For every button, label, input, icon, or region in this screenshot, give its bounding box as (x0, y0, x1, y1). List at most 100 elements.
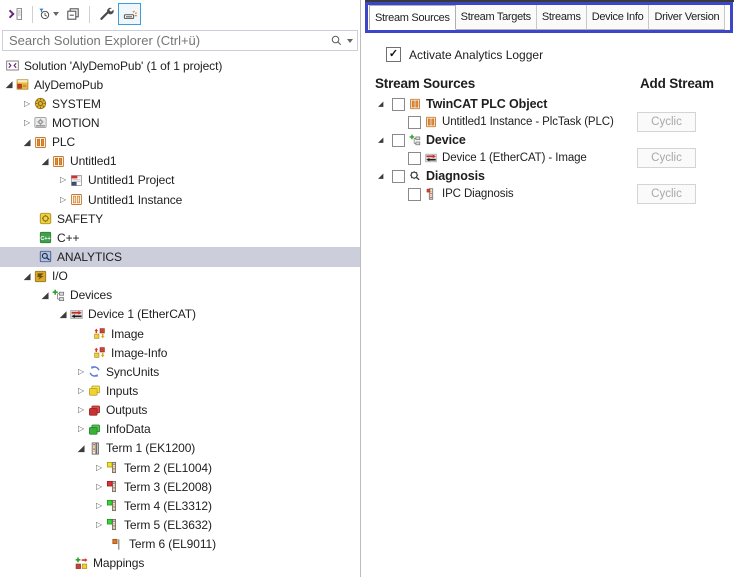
syncunits-icon (87, 364, 102, 379)
expander-collapsed-icon[interactable]: ▷ (57, 176, 69, 184)
tree-item-analytics[interactable]: ANALYTICS (0, 247, 360, 266)
tree-item-image-info[interactable]: Image-Info (0, 343, 360, 362)
search-dropdown-caret[interactable] (347, 39, 353, 43)
tree-item-untitled1[interactable]: ◢Untitled1 (0, 152, 360, 171)
expander-collapsed-icon[interactable]: ▷ (21, 119, 33, 127)
plc-icon (33, 135, 48, 150)
expander-expanded-icon[interactable]: ◢ (21, 138, 33, 147)
collapse-all-button[interactable] (61, 3, 84, 25)
plc-icon (408, 97, 422, 111)
stream-checkbox[interactable] (408, 152, 421, 165)
tree-item-alydemopub[interactable]: ◢AlyDemoPub (0, 75, 360, 94)
tree-item-device-1-ethercat[interactable]: ◢ Device 1 (EtherCAT) (0, 305, 360, 324)
tree-item-inputs[interactable]: ▷Inputs (0, 381, 360, 400)
terminal-green-icon (105, 498, 120, 513)
plc-project-icon (69, 173, 84, 188)
tree-item-label: Untitled1 Project (88, 173, 174, 187)
tree-item-label: Untitled1 Instance (88, 193, 182, 207)
expander-collapsed-icon[interactable]: ▷ (75, 406, 87, 414)
sync-with-active-document-button[interactable] (4, 3, 27, 25)
expander-expanded-icon[interactable]: ◢ (75, 444, 87, 453)
add-stream-cyclic-button[interactable]: Cyclic (637, 112, 696, 132)
expander-expanded-icon[interactable]: ◢ (57, 310, 69, 319)
solution-tree: Solution 'AlyDemoPub' (1 of 1 project)◢A… (0, 56, 360, 573)
tree-item-term-2-el1004[interactable]: ▷Term 2 (EL1004) (0, 458, 360, 477)
tree-item-label: Device 1 (EtherCAT) (88, 307, 196, 321)
outputs-icon (87, 403, 102, 418)
expander-collapsed-icon[interactable]: ▷ (75, 368, 87, 376)
stream-checkbox[interactable] (408, 116, 421, 129)
tree-item-label: MOTION (52, 116, 99, 130)
tab-stream-targets[interactable]: Stream Targets (456, 5, 537, 30)
expander-expanded-icon[interactable]: ◢ (21, 272, 33, 281)
expander-expanded-icon[interactable]: ◢ (3, 80, 15, 89)
search-input[interactable] (3, 33, 330, 49)
expander-collapsed-icon[interactable]: ▷ (75, 387, 87, 395)
devices-icon (408, 133, 422, 147)
stream-checkbox[interactable] (392, 170, 405, 183)
tree-item-i-o[interactable]: ◢I/O (0, 267, 360, 286)
tree-item-safety[interactable]: SAFETY (0, 209, 360, 228)
expander-expanded-icon[interactable]: ◢ (39, 157, 51, 166)
stream-checkbox[interactable] (392, 98, 405, 111)
stream-item-label: Diagnosis (426, 169, 485, 183)
expander-collapsed-icon[interactable]: ▷ (57, 196, 69, 204)
tree-item-term-6-el9011[interactable]: Term 6 (EL9011) (0, 535, 360, 554)
tree-item-image[interactable]: Image (0, 324, 360, 343)
pending-changes-filter-button[interactable] (37, 3, 60, 25)
tab-driver-version[interactable]: Driver Version (649, 5, 725, 30)
image-icon (92, 326, 107, 341)
tree-item-label: Term 1 (EK1200) (106, 441, 195, 455)
expander-expanded-icon[interactable]: ◢ (378, 137, 388, 144)
stream-checkbox[interactable] (408, 188, 421, 201)
stream-item-twincat-plc-object[interactable]: ◢TwinCAT PLC Object (375, 95, 734, 113)
expander-collapsed-icon[interactable]: ▷ (75, 425, 87, 433)
add-stream-cyclic-button[interactable]: Cyclic (637, 184, 696, 204)
tree-item-motion[interactable]: ▷ MOTION (0, 113, 360, 132)
tree-item-syncunits[interactable]: ▷SyncUnits (0, 362, 360, 381)
expander-collapsed-icon[interactable]: ▷ (21, 100, 33, 108)
tree-item-infodata[interactable]: ▷InfoData (0, 420, 360, 439)
expander-expanded-icon[interactable]: ◢ (39, 291, 51, 300)
tree-item-label: Term 3 (EL2008) (124, 480, 212, 494)
stream-item-diagnosis[interactable]: ◢ Diagnosis (375, 167, 734, 185)
plc-icon (424, 115, 438, 129)
tree-item-untitled1-project[interactable]: ▷ Untitled1 Project (0, 171, 360, 190)
tree-item-term-4-el3312[interactable]: ▷Term 4 (EL3312) (0, 496, 360, 515)
toolbar-separator (32, 6, 33, 23)
expander-collapsed-icon[interactable]: ▷ (93, 502, 105, 510)
tree-item-untitled1-instance[interactable]: ▷ Untitled1 Instance (0, 190, 360, 209)
stream-sources-header: Stream Sources (375, 76, 475, 91)
tab-streams[interactable]: Streams (537, 5, 587, 30)
tree-item-c[interactable]: C++ (0, 228, 360, 247)
activate-logger-checkbox[interactable]: ✓ (386, 47, 401, 62)
tree-item-solution-alydemopub-1-of-1-project[interactable]: Solution 'AlyDemoPub' (1 of 1 project) (0, 56, 360, 75)
stream-checkbox[interactable] (392, 134, 405, 147)
tab-device-info[interactable]: Device Info (587, 5, 650, 30)
properties-button[interactable] (94, 3, 117, 25)
tree-item-devices[interactable]: ◢Devices (0, 286, 360, 305)
tree-item-term-1-ek1200[interactable]: ◢ Term 1 (EK1200) (0, 439, 360, 458)
expander-collapsed-icon[interactable]: ▷ (93, 483, 105, 491)
tree-item-term-5-el3632[interactable]: ▷Term 5 (EL3632) (0, 515, 360, 534)
motion-icon (33, 115, 48, 130)
expander-expanded-icon[interactable]: ◢ (378, 101, 388, 108)
preview-selected-items-button[interactable] (118, 3, 141, 25)
system-icon (33, 96, 48, 111)
plc-icon (51, 154, 66, 169)
add-stream-header: Add Stream (640, 76, 714, 91)
add-stream-cyclic-button[interactable]: Cyclic (637, 148, 696, 168)
tree-item-mappings[interactable]: Mappings (0, 554, 360, 573)
plc-instance-icon (69, 192, 84, 207)
tree-item-label: Solution 'AlyDemoPub' (1 of 1 project) (24, 59, 222, 73)
tab-stream-sources[interactable]: Stream Sources (369, 5, 456, 30)
tree-item-term-3-el2008[interactable]: ▷ Term 3 (EL2008) (0, 477, 360, 496)
stream-item-device[interactable]: ◢Device (375, 131, 734, 149)
tree-item-plc[interactable]: ◢PLC (0, 133, 360, 152)
tree-item-outputs[interactable]: ▷Outputs (0, 401, 360, 420)
expander-collapsed-icon[interactable]: ▷ (93, 521, 105, 529)
expander-collapsed-icon[interactable]: ▷ (93, 464, 105, 472)
tree-item-system[interactable]: ▷SYSTEM (0, 94, 360, 113)
search-icon[interactable] (330, 34, 343, 47)
expander-expanded-icon[interactable]: ◢ (378, 173, 388, 180)
